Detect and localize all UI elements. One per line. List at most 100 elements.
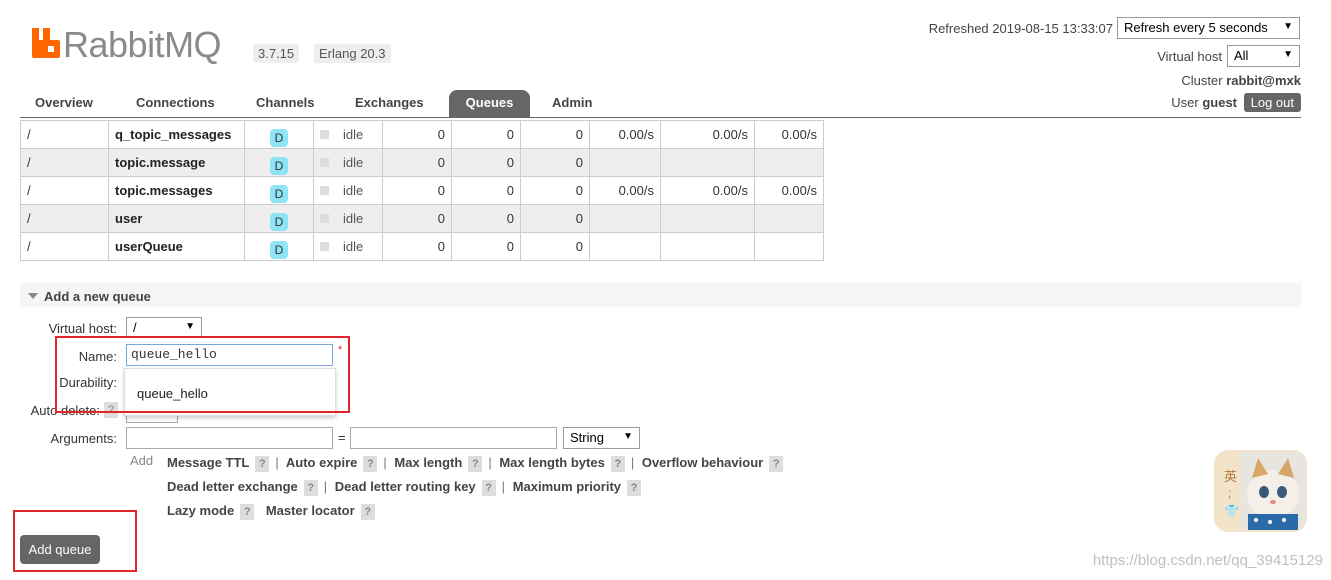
- argument-type-select[interactable]: String ▼: [563, 427, 640, 449]
- queue-name-cell[interactable]: topic.messages: [108, 176, 245, 205]
- help-icon[interactable]: ?: [627, 480, 642, 496]
- tab-divider: [20, 117, 1301, 118]
- state-indicator-icon: [320, 186, 329, 195]
- queue-name-cell[interactable]: userQueue: [108, 232, 245, 261]
- annotation-box-add-button: [13, 510, 137, 572]
- add-argument-label: Add: [130, 453, 154, 468]
- queue-vhost-cell-text: /: [27, 155, 31, 170]
- tab-queues[interactable]: Queues: [449, 90, 530, 118]
- chevron-down-icon: ▼: [1283, 49, 1293, 60]
- queue-vhost-cell-text: /: [27, 127, 31, 142]
- queue-feature-cell: D: [244, 232, 314, 261]
- queue-total-cell-text: 0: [575, 183, 583, 198]
- arg-link-max-length[interactable]: Max length: [394, 455, 462, 470]
- argument-type-value: String: [570, 430, 604, 445]
- argument-value-input[interactable]: [350, 427, 557, 449]
- queue-name-cell-text: user: [115, 211, 143, 226]
- arg-link-dead-letter-exchange[interactable]: Dead letter exchange: [167, 479, 298, 494]
- queue-incoming-rate-cell: 0.00/s: [589, 176, 661, 205]
- queue-incoming-rate-cell-text: 0.00/s: [618, 183, 654, 198]
- arg-links-row-1: Message TTL? | Auto expire? | Max length? |…: [167, 455, 784, 472]
- queue-ready-cell-text: 0: [437, 211, 445, 226]
- queue-name-cell-text: userQueue: [115, 239, 183, 254]
- vhost-select-value: All: [1234, 48, 1249, 63]
- state-text: idle: [343, 183, 364, 198]
- queue-deliver-rate-cell: [660, 232, 755, 261]
- state-text: idle: [343, 211, 364, 226]
- queue-incoming-rate-cell: 0.00/s: [589, 120, 661, 149]
- arg-link-max-length-bytes[interactable]: Max length bytes: [499, 455, 604, 470]
- add-queue-title[interactable]: Add a new queue: [44, 289, 151, 304]
- tab-exchanges[interactable]: Exchanges: [337, 90, 442, 118]
- queue-name-cell[interactable]: topic.message: [108, 148, 245, 177]
- chevron-down-icon: ▼: [623, 431, 633, 442]
- tab-connections[interactable]: Connections: [118, 90, 233, 118]
- queue-ack-rate-cell: [754, 148, 824, 177]
- arg-link-message-ttl[interactable]: Message TTL: [167, 455, 249, 470]
- version-badge: 3.7.15: [253, 44, 300, 63]
- queue-total-cell-text: 0: [575, 155, 583, 170]
- vhost-label: Virtual host: [1157, 49, 1222, 64]
- separator: |: [501, 479, 506, 494]
- tab-admin[interactable]: Admin: [534, 90, 610, 118]
- table-row[interactable]: / topic.messages Didle 0 0 0 0.00/s 0.00/s 0.00/…: [20, 176, 824, 205]
- durable-badge: D: [270, 157, 288, 175]
- user-info: User guest: [1171, 95, 1237, 110]
- tab-overview[interactable]: Overview: [17, 90, 111, 118]
- arg-link-overflow-behaviour[interactable]: Overflow behaviour: [642, 455, 763, 470]
- cluster-label: Cluster: [1181, 73, 1223, 88]
- arg-link-auto-expire[interactable]: Auto expire: [286, 455, 358, 470]
- refresh-select[interactable]: Refresh every 5 seconds ▼: [1117, 17, 1300, 39]
- queue-state-cell: idle: [313, 120, 383, 149]
- logout-button[interactable]: Log out: [1243, 93, 1301, 112]
- arg-link-dead-letter-routing-key[interactable]: Dead letter routing key: [335, 479, 476, 494]
- help-icon[interactable]: ?: [610, 456, 625, 472]
- queue-state-cell: idle: [313, 148, 383, 177]
- queue-ready-cell: 0: [382, 176, 452, 205]
- table-row[interactable]: / topic.message Didle 0 0 0: [20, 148, 824, 177]
- add-queue-section-header[interactable]: [20, 283, 1301, 307]
- help-icon[interactable]: ?: [481, 480, 496, 496]
- logo-text: RabbitMQ: [63, 24, 222, 65]
- vhost-field-select[interactable]: / ▼: [126, 317, 202, 338]
- help-icon[interactable]: ?: [769, 456, 784, 472]
- cluster-value: rabbit@mxk: [1226, 73, 1301, 88]
- queue-ready-cell-text: 0: [437, 127, 445, 142]
- arg-link-lazy-mode[interactable]: Lazy mode: [167, 503, 234, 518]
- tab-channels[interactable]: Channels: [238, 90, 333, 118]
- state-text: idle: [343, 155, 364, 170]
- queue-total-cell: 0: [520, 176, 590, 205]
- queue-name-cell[interactable]: user: [108, 204, 245, 233]
- help-icon[interactable]: ?: [363, 456, 378, 472]
- arg-link-master-locator[interactable]: Master locator: [266, 503, 355, 518]
- help-icon[interactable]: ?: [303, 480, 318, 496]
- help-icon[interactable]: ?: [468, 456, 483, 472]
- queue-ack-rate-cell: [754, 232, 824, 261]
- queue-unacked-cell-text: 0: [506, 183, 514, 198]
- help-icon[interactable]: ?: [240, 504, 255, 520]
- help-icon[interactable]: ?: [255, 456, 270, 472]
- argument-key-input[interactable]: [126, 427, 333, 449]
- arg-link-maximum-priority[interactable]: Maximum priority: [513, 479, 621, 494]
- separator: |: [383, 455, 387, 470]
- table-row[interactable]: / q_topic_messages Didle 0 0 0 0.00/s 0.00/s 0.0…: [20, 120, 824, 149]
- watermark-text: https://blog.csdn.net/qq_39415129: [1092, 552, 1323, 569]
- state-text: idle: [343, 239, 364, 254]
- collapse-triangle-icon[interactable]: [28, 293, 38, 299]
- ime-widget[interactable]: 英 ; 👕: [1214, 450, 1307, 532]
- vhost-select[interactable]: All ▼: [1227, 45, 1300, 67]
- arguments-label: Arguments:: [50, 431, 117, 446]
- chevron-down-icon: ▼: [185, 321, 195, 332]
- help-icon[interactable]: ?: [360, 504, 375, 520]
- queue-ack-rate-cell-text: 0.00/s: [781, 183, 817, 198]
- refresh-select-value: Refresh every 5 seconds: [1124, 20, 1268, 35]
- table-row[interactable]: / userQueue Didle 0 0 0: [20, 232, 824, 261]
- queue-ready-cell: 0: [382, 120, 452, 149]
- queue-name-cell[interactable]: q_topic_messages: [108, 120, 245, 149]
- durable-badge: D: [270, 185, 288, 203]
- ime-dots-icon: ;: [1228, 486, 1232, 500]
- queue-unacked-cell: 0: [451, 148, 521, 177]
- queues-table: / q_topic_messages Didle 0 0 0 0.00/s 0.00/s 0.0…: [20, 120, 824, 261]
- table-row[interactable]: / user Didle 0 0 0: [20, 204, 824, 233]
- queue-feature-cell: D: [244, 148, 314, 177]
